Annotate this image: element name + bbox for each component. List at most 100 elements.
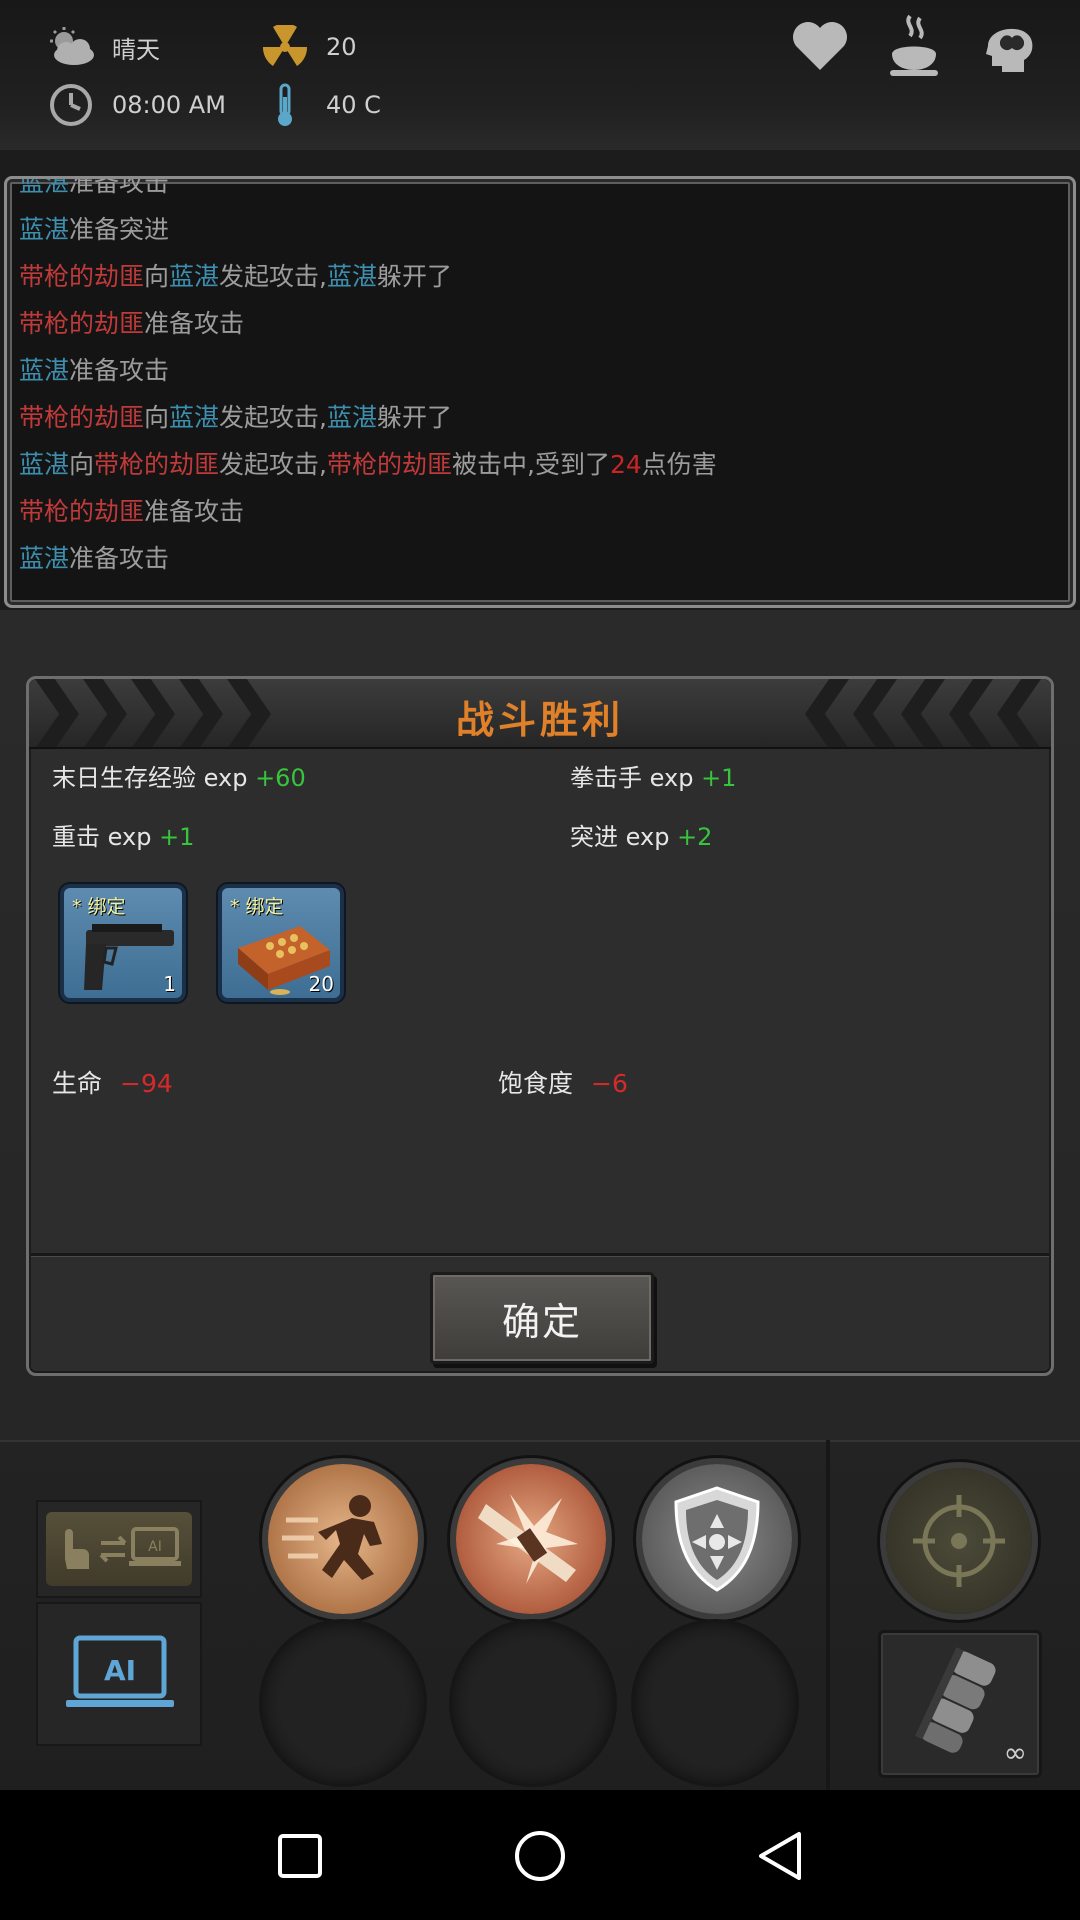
player-name: 蓝湛 xyxy=(169,403,220,432)
log-text: 准备攻击 xyxy=(69,356,170,385)
log-text: 发起攻击, xyxy=(219,403,327,432)
mind-icon[interactable] xyxy=(976,14,1040,78)
stomach-icon[interactable] xyxy=(882,14,946,78)
damage-value: 24 xyxy=(609,450,642,479)
recent-apps-button[interactable] xyxy=(270,1826,330,1886)
mode-ai-label: AI xyxy=(148,1539,162,1555)
time-value: 08:00 AM xyxy=(112,91,226,119)
exp-row-boxer: 拳击手 exp +1 xyxy=(570,758,736,793)
status-bar: 晴天 20 08:00 AM 40 C xyxy=(0,0,1080,150)
log-line: 蓝湛准备攻击 xyxy=(19,347,1061,394)
dialog-header: 战斗胜利 xyxy=(29,679,1051,749)
heart-icon[interactable] xyxy=(788,14,852,78)
log-text: 向 xyxy=(69,450,95,479)
triangle-back-icon xyxy=(759,1832,801,1880)
exp-row-heavy-strike: 重击 exp +1 xyxy=(52,817,194,852)
equipped-weapon-slot[interactable]: ∞ xyxy=(878,1630,1042,1778)
log-text: 准备攻击 xyxy=(69,544,170,573)
ai-laptop-icon: AI xyxy=(66,1635,174,1707)
player-name: 蓝湛 xyxy=(19,450,70,479)
enemy-name: 带枪的劫匪 xyxy=(19,497,145,526)
bind-tag: * 绑定 xyxy=(72,896,126,918)
log-text: 准备攻击 xyxy=(69,176,170,197)
enemy-name: 带枪的劫匪 xyxy=(327,450,453,479)
enemy-name: 带枪的劫匪 xyxy=(19,262,145,291)
enemy-name: 带枪的劫匪 xyxy=(19,309,145,338)
log-line: 蓝湛准备攻击 xyxy=(19,176,1061,206)
time-status: 08:00 AM xyxy=(44,82,226,128)
player-name: 蓝湛 xyxy=(19,544,70,573)
log-text: 躲开了 xyxy=(377,262,453,291)
empty-skill-slot-1[interactable] xyxy=(262,1622,424,1784)
log-line: 蓝湛准备突进 xyxy=(19,206,1061,253)
exp-unit: exp xyxy=(107,823,152,851)
log-text: 准备攻击 xyxy=(144,497,245,526)
log-text: 向 xyxy=(144,262,170,291)
exp-row-survival: 末日生存经验 exp +60 xyxy=(52,758,306,793)
dialog-separator xyxy=(31,1253,1049,1257)
dash-skill-button[interactable] xyxy=(268,1464,418,1614)
square-icon xyxy=(278,1834,322,1878)
dash-skill-icon xyxy=(282,1495,382,1580)
action-bar-divider xyxy=(826,1440,830,1790)
player-name: 蓝湛 xyxy=(19,176,70,197)
exp-unit: exp xyxy=(649,764,694,792)
log-text: 被击中,受到了 xyxy=(452,450,610,479)
clock-icon xyxy=(44,82,98,128)
log-line: 蓝湛准备攻击 xyxy=(19,535,1061,582)
player-name: 蓝湛 xyxy=(327,403,378,432)
satiety-change: 饱食度 −6 xyxy=(498,1064,628,1100)
weather-label: 晴天 xyxy=(112,35,160,64)
loot-item-pistol[interactable]: * 绑定 1 xyxy=(60,884,186,1002)
ai-auto-button[interactable]: AI xyxy=(36,1602,202,1746)
weapon-durability: ∞ xyxy=(1003,1736,1027,1769)
dialog-title: 战斗胜利 xyxy=(455,698,624,742)
combat-log[interactable]: 蓝湛准备攻击 蓝湛准备突进 带枪的劫匪向蓝湛发起攻击,蓝湛躲开了 带枪的劫匪准备攻击蓝… xyxy=(4,176,1076,608)
control-mode-switch-button[interactable]: AI xyxy=(36,1500,202,1598)
bind-tag: * 绑定 xyxy=(230,896,284,918)
confirm-button[interactable]: 确定 xyxy=(430,1272,654,1364)
player-name: 蓝湛 xyxy=(327,262,378,291)
log-text: 向 xyxy=(144,403,170,432)
log-text: 发起攻击, xyxy=(219,262,327,291)
player-name: 蓝湛 xyxy=(169,262,220,291)
exp-row-dash: 突进 exp +2 xyxy=(570,817,712,852)
radiation-value: 20 xyxy=(326,33,357,61)
health-change: 生命 −94 xyxy=(52,1064,173,1100)
log-text: 准备攻击 xyxy=(144,309,245,338)
thermometer-icon xyxy=(258,82,312,128)
satiety-label: 饱食度 xyxy=(498,1069,574,1098)
item-count: 20 xyxy=(308,972,334,996)
manual-ai-swap-icon: AI xyxy=(65,1527,181,1569)
exp-unit: exp xyxy=(203,764,248,792)
system-nav-bar xyxy=(0,1790,1080,1920)
combat-log-lines: 蓝湛准备攻击 蓝湛准备突进 带枪的劫匪向蓝湛发起攻击,蓝湛躲开了 带枪的劫匪准备攻击蓝… xyxy=(19,176,1061,582)
exp-value: +2 xyxy=(677,823,713,851)
exp-unit: exp xyxy=(625,823,670,851)
log-text: 点伤害 xyxy=(641,450,717,479)
exp-value: +60 xyxy=(255,764,306,792)
target-button[interactable] xyxy=(886,1468,1032,1614)
exp-name: 末日生存经验 xyxy=(52,764,196,792)
radiation-status: 20 xyxy=(258,24,357,70)
knuckle-weapon-icon xyxy=(915,1647,996,1753)
satiety-value: −6 xyxy=(591,1069,628,1098)
empty-skill-slot-2[interactable] xyxy=(452,1622,614,1784)
back-button[interactable] xyxy=(750,1826,810,1886)
health-label: 生命 xyxy=(52,1069,103,1098)
heavy-strike-skill-button[interactable] xyxy=(456,1464,606,1614)
log-line: 带枪的劫匪向蓝湛发起攻击,蓝湛躲开了 xyxy=(19,253,1061,300)
enemy-name: 带枪的劫匪 xyxy=(94,450,220,479)
exp-value: +1 xyxy=(159,823,195,851)
item-count: 1 xyxy=(163,972,176,996)
defend-skill-button[interactable] xyxy=(642,1464,792,1614)
exp-name: 拳击手 xyxy=(570,764,642,792)
log-line: 蓝湛向带枪的劫匪发起攻击,带枪的劫匪被击中,受到了24点伤害 xyxy=(19,441,1061,488)
loot-item-ammo-box[interactable]: * 绑定 20 xyxy=(218,884,344,1002)
player-name: 蓝湛 xyxy=(19,215,70,244)
circle-icon xyxy=(515,1831,565,1881)
sunny-cloud-icon xyxy=(44,24,98,70)
weather-status: 晴天 xyxy=(44,24,160,70)
empty-skill-slot-3[interactable] xyxy=(634,1622,796,1784)
home-button[interactable] xyxy=(510,1826,570,1886)
